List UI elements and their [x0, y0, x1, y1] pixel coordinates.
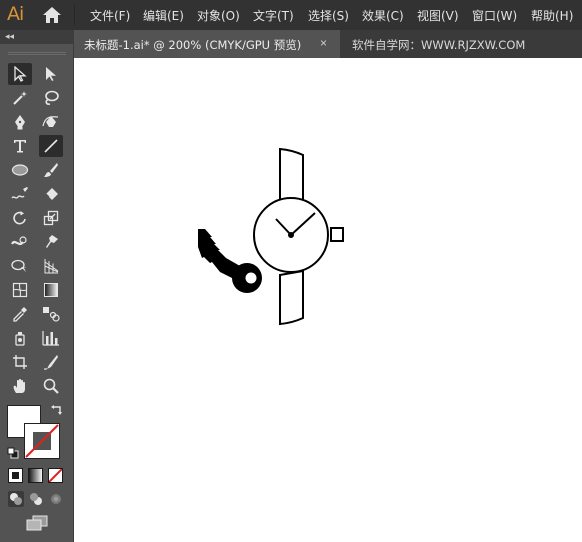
tools-panel: ◂◂: [0, 30, 74, 542]
home-icon[interactable]: [41, 5, 63, 25]
swap-fill-stroke-icon[interactable]: [50, 404, 64, 418]
puppet-warp-tool-icon[interactable]: [39, 231, 63, 253]
watch-crown: [330, 227, 344, 242]
lasso-tool-icon[interactable]: [39, 87, 63, 109]
app-logo: Ai: [7, 3, 24, 25]
watch-strap-bottom: [279, 269, 304, 326]
zoom-tool-icon[interactable]: [39, 375, 63, 397]
menu-edit[interactable]: 编辑(E): [143, 7, 184, 24]
watermark-text: 软件自学网：WWW.RJZXW.COM: [352, 38, 526, 52]
shaper-tool-icon[interactable]: [8, 183, 32, 205]
artboard-canvas[interactable]: [74, 58, 582, 542]
direct-selection-tool-icon[interactable]: [39, 63, 63, 85]
color-mode-button[interactable]: [8, 468, 23, 483]
shape-builder-tool-icon[interactable]: [8, 255, 32, 277]
menu-object[interactable]: 对象(O): [197, 7, 240, 24]
selection-tool-icon[interactable]: [8, 63, 32, 85]
line-segment-tool-icon[interactable]: [39, 135, 63, 157]
document-tab-bar: 未标题-1.ai* @ 200% (CMYK/GPU 预览) × 软件自学网：W…: [74, 30, 582, 58]
type-tool-icon[interactable]: [8, 135, 32, 157]
magic-wand-tool-icon[interactable]: [8, 87, 32, 109]
slice-tool-icon[interactable]: [39, 351, 63, 373]
watch-center-pin: [288, 232, 294, 238]
scale-tool-icon[interactable]: [39, 207, 63, 229]
pen-tool-icon[interactable]: [8, 111, 32, 133]
menu-effect[interactable]: 效果(C): [362, 7, 404, 24]
key-bow-hole: [245, 272, 257, 284]
perspective-grid-tool-icon[interactable]: [39, 255, 63, 277]
curvature-tool-icon[interactable]: [39, 111, 63, 133]
menu-help[interactable]: 帮助(H): [531, 7, 573, 24]
none-mode-button[interactable]: [48, 468, 63, 483]
menu-file[interactable]: 文件(F): [90, 7, 130, 24]
hand-tool-icon[interactable]: [8, 375, 32, 397]
stroke-swatch[interactable]: [24, 423, 60, 459]
screen-mode-icon[interactable]: [25, 515, 49, 531]
ellipse-tool-icon[interactable]: [8, 159, 32, 181]
artboard-tool-icon[interactable]: [8, 351, 32, 373]
draw-normal-icon[interactable]: [8, 491, 24, 507]
close-icon[interactable]: ×: [320, 36, 327, 50]
width-tool-icon[interactable]: [8, 231, 32, 253]
mesh-tool-icon[interactable]: [8, 279, 32, 301]
blend-tool-icon[interactable]: [39, 303, 63, 325]
menu-type[interactable]: 文字(T): [253, 7, 294, 24]
gradient-tool-icon[interactable]: [39, 279, 63, 301]
gradient-mode-button[interactable]: [28, 468, 43, 483]
document-tab[interactable]: 未标题-1.ai* @ 200% (CMYK/GPU 预览) ×: [74, 30, 340, 58]
document-tab-label: 未标题-1.ai* @ 200% (CMYK/GPU 预览): [84, 38, 302, 52]
eraser-tool-icon[interactable]: [39, 183, 63, 205]
menu-bar: Ai 文件(F) 编辑(E) 对象(O) 文字(T) 选择(S) 效果(C) 视…: [0, 0, 582, 30]
draw-behind-icon[interactable]: [28, 491, 44, 507]
rotate-tool-icon[interactable]: [8, 207, 32, 229]
menu-select[interactable]: 选择(S): [308, 7, 349, 24]
column-graph-tool-icon[interactable]: [39, 327, 63, 349]
eyedropper-tool-icon[interactable]: [8, 303, 32, 325]
menu-view[interactable]: 视图(V): [417, 7, 459, 24]
artwork-illustration: [198, 147, 344, 326]
default-fill-stroke-icon[interactable]: [7, 446, 19, 459]
menu-separator: [74, 5, 75, 25]
symbol-sprayer-tool-icon[interactable]: [8, 327, 32, 349]
collapse-icon[interactable]: ◂◂: [5, 31, 14, 42]
tools-panel-header: ◂◂: [0, 30, 74, 44]
panel-grip[interactable]: [8, 52, 66, 55]
draw-inside-icon[interactable]: [48, 491, 64, 507]
paintbrush-tool-icon[interactable]: [39, 159, 63, 181]
menu-window[interactable]: 窗口(W): [472, 7, 517, 24]
